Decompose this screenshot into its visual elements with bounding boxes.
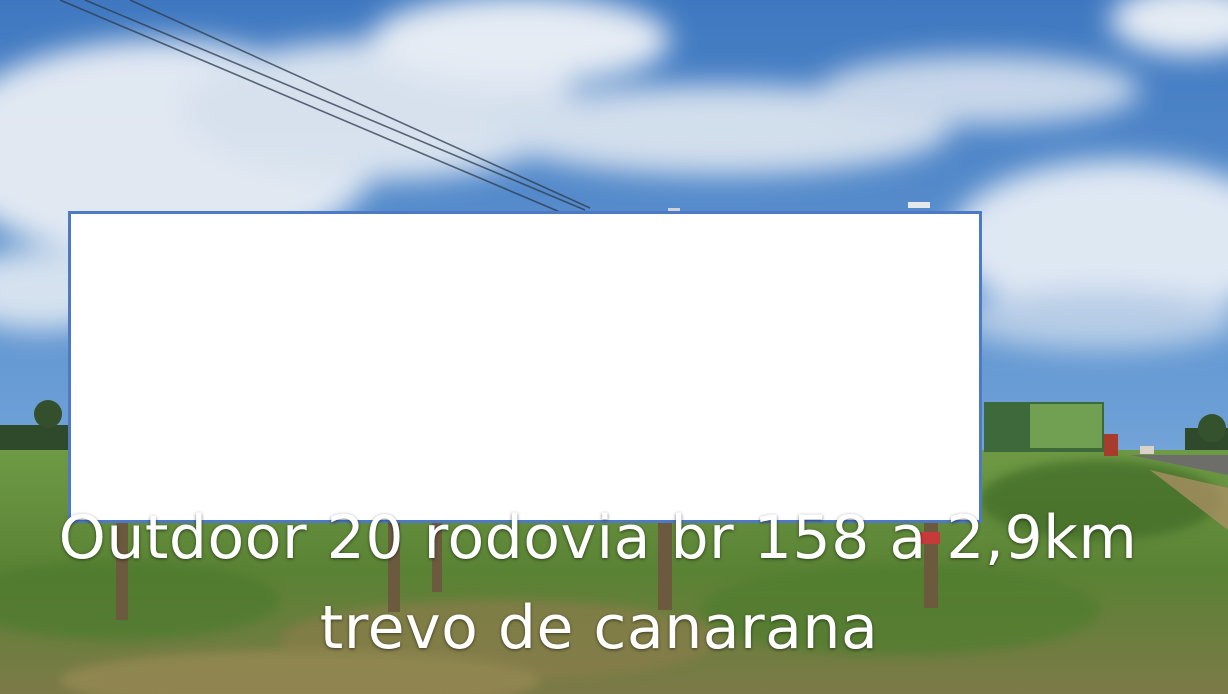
blank-billboard-panel [68, 211, 982, 523]
caption-line-1: Outdoor 20 rodovia br 158 a 2,9km [58, 503, 1138, 573]
caption-line-2: trevo de canarana [319, 593, 879, 663]
lamp-right [908, 202, 930, 208]
roadside-photo: Outdoor 20 rodovia br 158 a 2,9km trevo … [0, 0, 1228, 694]
